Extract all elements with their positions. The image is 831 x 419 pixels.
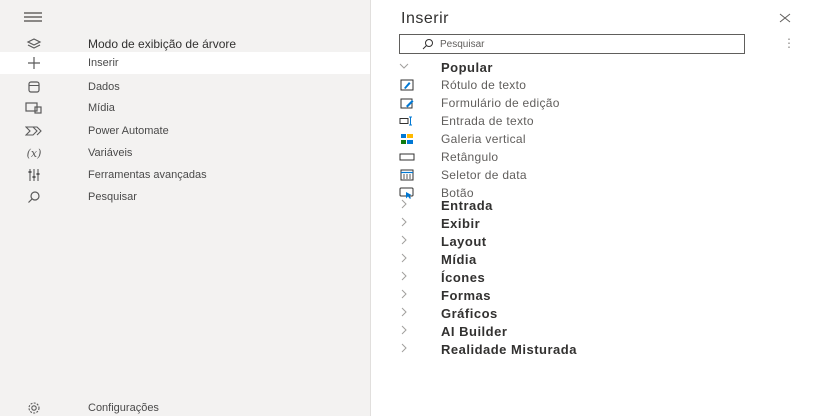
rectangle-icon [399, 150, 415, 164]
chevron-right-icon [399, 199, 409, 212]
control-text-label[interactable]: Rótulo de texto [371, 76, 831, 94]
category-display[interactable]: Exibir [371, 214, 831, 232]
plus-icon [24, 54, 44, 72]
category-label: Exibir [441, 215, 481, 231]
chevron-right-icon [399, 343, 409, 356]
chevron-right-icon [399, 289, 409, 302]
search-box [399, 34, 745, 54]
layers-icon [24, 35, 44, 53]
edit-form-icon [399, 96, 415, 110]
category-mixed-reality[interactable]: Realidade Misturada [371, 340, 831, 358]
category-shapes[interactable]: Formas [371, 286, 831, 304]
nav-item-data[interactable]: Dados [0, 76, 370, 98]
left-nav: Modo de exibição de árvore Inserir Dados… [0, 0, 370, 416]
chevron-right-icon [399, 235, 409, 248]
nav-item-variables[interactable]: (x) Variáveis [0, 142, 370, 164]
chevron-right-icon [399, 217, 409, 230]
hamburger-menu-icon[interactable] [24, 12, 42, 22]
category-label: Ícones [441, 269, 486, 285]
control-vertical-gallery[interactable]: Galeria vertical [371, 130, 831, 148]
category-ai-builder[interactable]: AI Builder [371, 322, 831, 340]
category-label: AI Builder [441, 323, 508, 339]
variables-icon: (x) [26, 146, 42, 160]
date-picker-icon [399, 168, 415, 182]
chevron-down-icon [399, 61, 409, 73]
category-label: Gráficos [441, 305, 498, 321]
category-media[interactable]: Mídia [371, 250, 831, 268]
control-label: Entrada de texto [441, 114, 534, 128]
control-label: Rótulo de texto [441, 78, 527, 92]
nav-label-search: Pesquisar [88, 191, 137, 203]
nav-label-settings: Configurações [88, 402, 159, 414]
chevron-right-icon [399, 271, 409, 284]
text-input-icon [399, 114, 415, 128]
chevron-right-icon [399, 307, 409, 320]
database-icon [24, 78, 44, 96]
control-date-picker[interactable]: Seletor de data [371, 166, 831, 184]
nav-label-media: Mídia [88, 102, 115, 114]
control-label: Galeria vertical [441, 132, 526, 146]
category-label: Layout [441, 233, 487, 249]
nav-label-advanced-tools: Ferramentas avançadas [88, 169, 207, 181]
category-charts[interactable]: Gráficos [371, 304, 831, 322]
close-icon [779, 13, 791, 23]
category-label: Realidade Misturada [441, 341, 577, 357]
close-button[interactable] [777, 10, 797, 30]
nav-item-search[interactable]: Pesquisar [0, 186, 370, 208]
category-label: Popular [441, 59, 493, 75]
category-icons[interactable]: Ícones [371, 268, 831, 286]
control-text-input[interactable]: Entrada de texto [371, 112, 831, 130]
search-icon [422, 39, 433, 50]
nav-label-power-automate: Power Automate [88, 125, 169, 137]
chevron-right-icon [399, 253, 409, 266]
vertical-gallery-icon [399, 132, 415, 146]
more-options-button[interactable]: ⋮ [783, 36, 795, 50]
control-label: Seletor de data [441, 168, 527, 182]
category-popular[interactable]: Popular [371, 58, 831, 76]
category-layout[interactable]: Layout [371, 232, 831, 250]
category-label: Mídia [441, 251, 477, 267]
media-icon [24, 99, 44, 117]
control-rectangle[interactable]: Retângulo [371, 148, 831, 166]
category-label: Entrada [441, 197, 493, 213]
nav-item-insert[interactable]: Inserir [0, 52, 370, 74]
nav-label-insert: Inserir [88, 57, 119, 69]
control-edit-form[interactable]: Formulário de edição [371, 94, 831, 112]
gear-icon [24, 399, 44, 417]
tools-icon [24, 166, 44, 184]
control-label: Formulário de edição [441, 96, 560, 110]
control-label: Retângulo [441, 150, 499, 164]
nav-item-advanced-tools[interactable]: Ferramentas avançadas [0, 164, 370, 186]
category-input[interactable]: Entrada [371, 196, 831, 214]
insert-panel: Inserir ⋮ Popular Rótulo de texto Formul… [370, 0, 831, 416]
panel-title: Inserir [401, 10, 449, 27]
nav-label-data: Dados [88, 81, 120, 93]
nav-item-media[interactable]: Mídia [0, 97, 370, 119]
search-icon [24, 188, 44, 206]
search-input[interactable] [440, 38, 690, 50]
nav-label-variables: Variáveis [88, 147, 133, 159]
nav-label-tree-view: Modo de exibição de árvore [88, 37, 237, 51]
nav-item-power-automate[interactable]: Power Automate [0, 120, 370, 142]
category-label: Formas [441, 287, 491, 303]
chevron-right-icon [399, 325, 409, 338]
text-label-icon [399, 78, 415, 92]
power-automate-icon [24, 122, 44, 140]
